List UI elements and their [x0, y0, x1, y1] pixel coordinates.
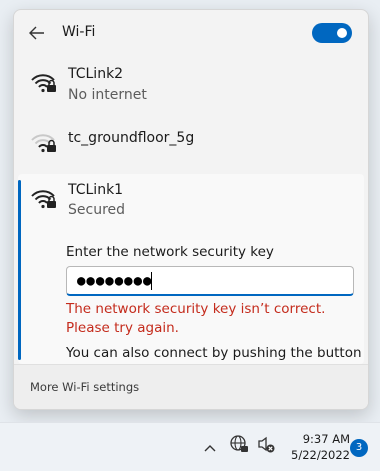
globe-network-icon — [229, 434, 249, 458]
selection-accent-bar — [18, 180, 21, 360]
security-key-label: Enter the network security key — [66, 244, 274, 260]
show-hidden-icons-button[interactable] — [201, 437, 219, 455]
network-item-tc-groundfloor-5g[interactable]: tc_groundfloor_5g — [14, 118, 368, 164]
network-item-tclink1-expanded[interactable]: TCLink1 Secured Enter the network securi… — [18, 174, 364, 364]
wifi-flyout: Wi-Fi TCLink2 No internet tc_groundfloor… — [13, 9, 369, 410]
network-name: TCLink1 — [68, 182, 124, 198]
wps-hint-text: You can also connect by pushing the butt… — [66, 345, 362, 361]
network-status: Secured — [68, 202, 126, 218]
toggle-knob — [337, 28, 347, 38]
network-tray-button[interactable] — [228, 435, 250, 457]
wifi-secured-icon — [30, 130, 58, 154]
clock-date: 5/22/2022 — [291, 448, 350, 462]
flyout-footer: More Wi-Fi settings — [14, 364, 368, 409]
page-title: Wi-Fi — [62, 24, 96, 40]
taskbar: 9:37 AM 5/22/2022 3 — [0, 422, 380, 471]
wifi-toggle[interactable] — [312, 23, 352, 43]
network-status: No internet — [68, 87, 147, 103]
error-message: The network security key isn’t correct. … — [66, 301, 326, 336]
wifi-secured-icon — [30, 70, 58, 94]
wifi-secured-icon — [30, 186, 58, 210]
volume-tray-button[interactable] — [255, 435, 277, 457]
flyout-header: Wi-Fi — [14, 10, 368, 58]
network-item-tclink2[interactable]: TCLink2 No internet — [14, 58, 368, 116]
back-arrow-icon — [29, 25, 45, 44]
network-name: TCLink2 — [68, 66, 124, 82]
clock-time: 9:37 AM — [302, 432, 350, 446]
back-button[interactable] — [24, 22, 50, 46]
clock[interactable]: 9:37 AM 5/22/2022 — [284, 431, 350, 463]
text-caret — [151, 272, 152, 290]
speaker-muted-icon — [256, 434, 276, 458]
network-name: tc_groundfloor_5g — [68, 130, 195, 146]
notification-badge[interactable]: 3 — [350, 439, 368, 457]
security-key-input[interactable] — [66, 266, 354, 296]
more-wifi-settings-link[interactable]: More Wi-Fi settings — [30, 380, 139, 394]
chevron-up-icon — [204, 437, 216, 456]
